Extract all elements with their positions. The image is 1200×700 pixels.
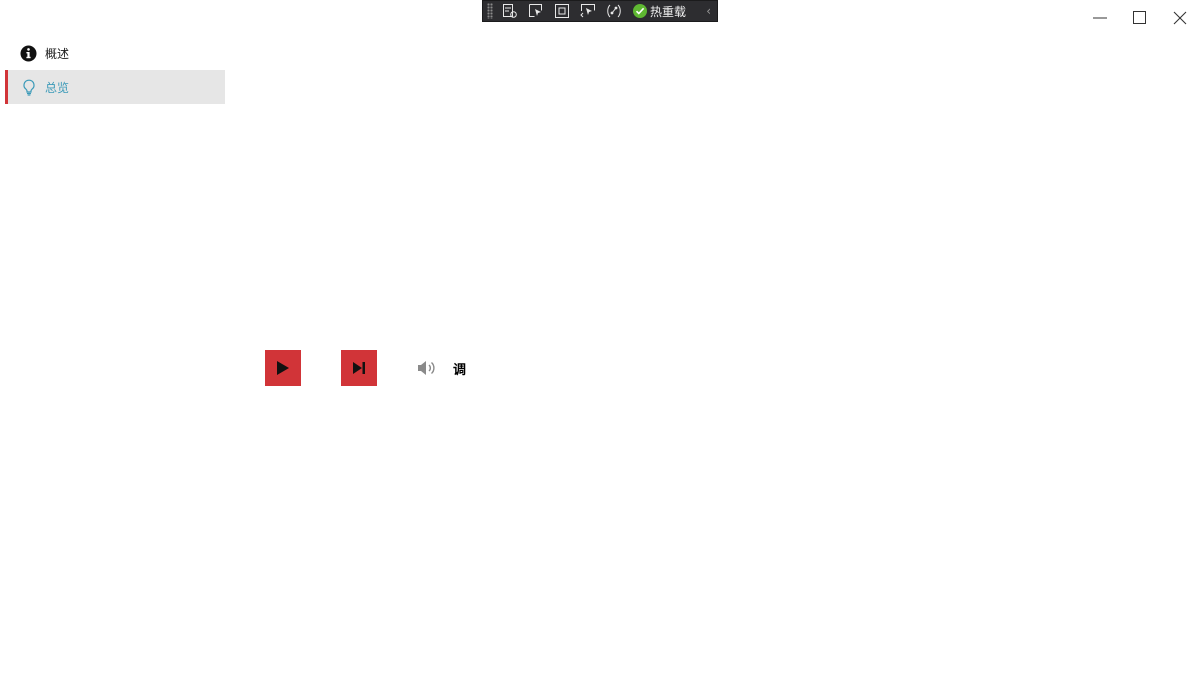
skip-next-button[interactable] bbox=[341, 350, 377, 386]
hot-reload-label: 热重载 bbox=[650, 4, 687, 19]
volume-button[interactable] bbox=[416, 359, 438, 377]
debug-toolbar: 热重载 ‹ bbox=[482, 0, 718, 22]
sidebar-item-summary[interactable]: 总览 bbox=[5, 70, 225, 104]
close-button[interactable] bbox=[1160, 0, 1200, 36]
sidebar-item-label: 概述 bbox=[45, 46, 70, 61]
minimize-button[interactable] bbox=[1080, 0, 1120, 36]
collapse-toolbar-icon[interactable]: ‹ bbox=[706, 4, 711, 18]
toolbar-grip[interactable] bbox=[487, 3, 493, 19]
maximize-button[interactable] bbox=[1120, 0, 1160, 36]
hot-reload-button[interactable]: 热重载 bbox=[633, 3, 686, 20]
binding-failures-icon[interactable] bbox=[603, 2, 625, 20]
info-icon bbox=[20, 45, 37, 62]
sidebar-item-label: 总览 bbox=[45, 80, 70, 95]
play-button[interactable] bbox=[265, 350, 301, 386]
skip-next-icon bbox=[353, 362, 365, 374]
play-icon bbox=[277, 361, 289, 375]
lightbulb-icon bbox=[20, 79, 37, 96]
sidebar-nav: 概述 总览 bbox=[0, 36, 225, 104]
minimize-icon bbox=[1093, 17, 1107, 19]
app-window: 热重载 ‹ 概述 总览 调 bbox=[0, 0, 1200, 700]
close-icon bbox=[1173, 11, 1187, 25]
maximize-icon bbox=[1133, 11, 1146, 24]
sidebar-item-overview[interactable]: 概述 bbox=[0, 36, 225, 70]
track-focused-element-icon[interactable] bbox=[577, 2, 599, 20]
adjust-label[interactable]: 调 bbox=[453, 359, 466, 378]
display-layout-adorners-icon[interactable] bbox=[551, 2, 573, 20]
select-element-icon[interactable] bbox=[525, 2, 547, 20]
volume-icon bbox=[418, 361, 435, 375]
check-icon bbox=[633, 4, 647, 18]
live-visual-tree-icon[interactable] bbox=[499, 2, 521, 20]
